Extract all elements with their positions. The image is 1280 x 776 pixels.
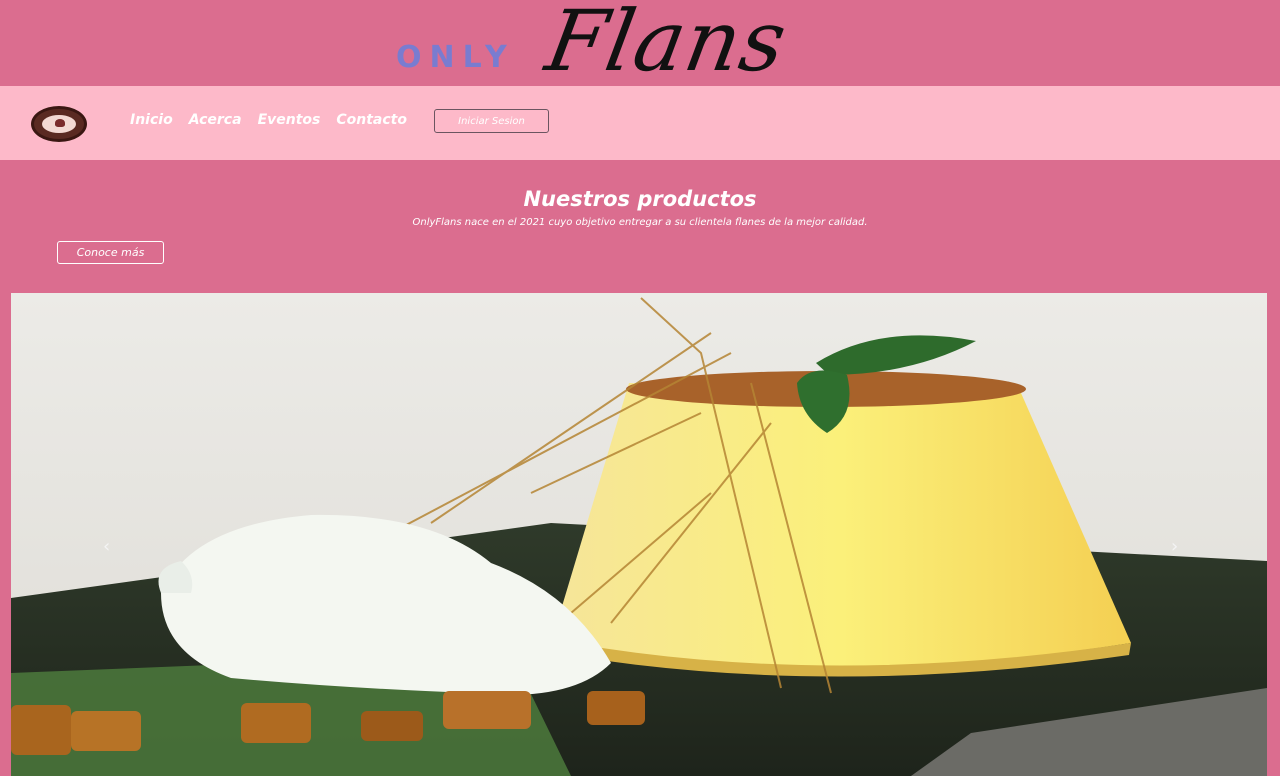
nav-link-contacto[interactable]: Contacto [336,112,407,128]
nav-link-acerca[interactable]: Acerca [189,112,242,128]
flan-badge-icon[interactable] [31,106,87,142]
hero-subtitle: OnlyFlans nace en el 2021 cuyo objetivo … [412,217,868,228]
logo-wordmark[interactable]: Flans [539,0,794,90]
badge-flan [55,119,65,127]
learn-more-button[interactable]: Conoce más [57,241,164,264]
chevron-left-icon[interactable]: ‹ [103,536,110,557]
flan-photo [11,293,1267,776]
nav-link-inicio[interactable]: Inicio [130,112,173,128]
nav-links: Inicio Acerca Eventos Contacto [130,112,407,128]
hero-title: Nuestros productos [523,187,757,211]
login-button[interactable]: Iniciar Sesion [434,109,549,133]
nav-link-eventos[interactable]: Eventos [258,112,321,128]
logo-prefix: ONLY [396,40,515,75]
chevron-right-icon[interactable]: › [1171,536,1178,557]
product-carousel[interactable]: ‹ › [11,293,1267,776]
site-header: ONLY Flans [0,0,1280,90]
